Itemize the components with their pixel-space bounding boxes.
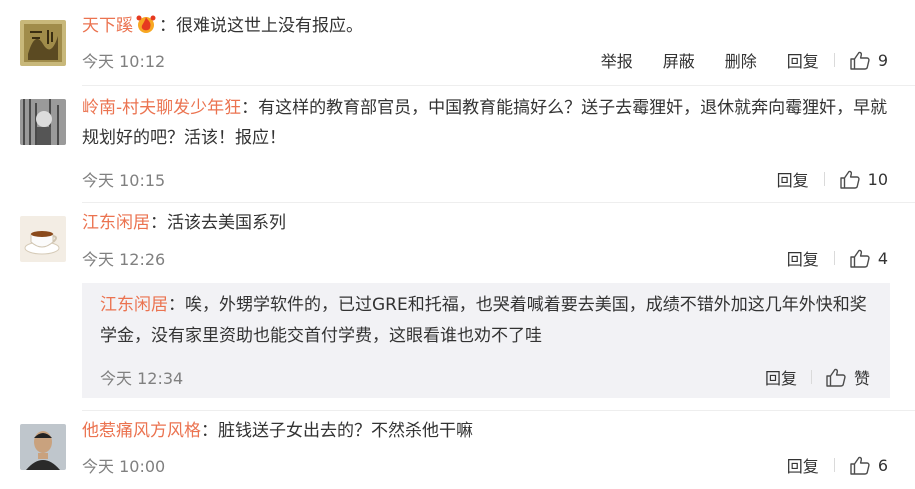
nested-reply: 江东闲居：唉，外甥学软件的，已过GRE和托福，也哭着喊着要去美国，成绩不错外加这… <box>82 283 890 398</box>
comment-content: 江东闲居：活该去美国系列 <box>82 208 893 238</box>
thumbs-up-icon <box>826 368 846 387</box>
comment-text: ：很难说这世上没有报应。 <box>159 16 363 36</box>
username-link[interactable]: 岭南-村夫聊发少年狂 <box>82 98 241 118</box>
action-divider <box>810 370 812 384</box>
like-button[interactable]: 4 <box>850 249 888 268</box>
thumbs-up-icon <box>850 249 870 268</box>
reply-button[interactable]: 回复 <box>787 453 819 477</box>
comment-actions: 举报 屏蔽 删除 回复 9 <box>571 48 888 72</box>
like-button[interactable]: 赞 <box>826 365 870 389</box>
avatar[interactable] <box>20 99 66 145</box>
comment-timestamp: 今天 10:15 <box>82 171 166 190</box>
reply-content: 江东闲居：唉，外甥学软件的，已过GRE和托福，也哭着喊着要去美国，成绩不错外加这… <box>100 290 872 352</box>
avatar[interactable] <box>20 424 66 470</box>
like-label: 赞 <box>853 369 870 388</box>
divider <box>82 202 915 203</box>
action-divider <box>833 53 835 67</box>
like-button[interactable]: 6 <box>850 456 888 475</box>
report-button[interactable]: 举报 <box>601 48 633 72</box>
delete-button[interactable]: 删除 <box>725 48 757 72</box>
avatar[interactable] <box>20 20 66 66</box>
username-link[interactable]: 天下蹊 <box>82 16 133 36</box>
username-link[interactable]: 江东闲居 <box>100 295 168 315</box>
block-button[interactable]: 屏蔽 <box>663 48 695 72</box>
reply-actions: 回复 赞 <box>765 365 870 389</box>
like-button[interactable]: 10 <box>840 170 888 189</box>
like-button[interactable]: 9 <box>850 51 888 70</box>
comment-text: ：活该去美国系列 <box>150 213 286 233</box>
thumbs-up-icon <box>850 51 870 70</box>
username-link[interactable]: 江东闲居 <box>82 213 150 233</box>
comment-actions: 回复 4 <box>757 246 888 270</box>
divider <box>82 410 915 411</box>
thumbs-up-icon <box>850 456 870 475</box>
action-divider <box>833 458 835 472</box>
divider <box>82 85 915 86</box>
reply-timestamp: 今天 12:34 <box>100 369 184 388</box>
fire-badge-icon <box>135 14 157 44</box>
like-count: 4 <box>877 248 888 268</box>
comment-actions: 回复 6 <box>757 453 888 477</box>
reply-button[interactable]: 回复 <box>787 246 819 270</box>
comment-content: 岭南-村夫聊发少年狂：有这样的教育部官员，中国教育能搞好么？送子去霉狸奸，退休就… <box>82 93 893 153</box>
comment-content: 天下蹊 ：很难说这世上没有报应。 <box>82 11 893 44</box>
like-count: 9 <box>877 50 888 70</box>
avatar[interactable] <box>20 216 66 262</box>
like-count: 6 <box>877 455 888 475</box>
reply-button[interactable]: 回复 <box>777 167 809 191</box>
comment-actions: 回复 10 <box>747 167 888 191</box>
comment-timestamp: 今天 10:00 <box>82 457 166 476</box>
reply-button[interactable]: 回复 <box>765 365 797 389</box>
comment-timestamp: 今天 10:12 <box>82 52 166 71</box>
username-link[interactable]: 他惹痛风方风格 <box>82 421 201 441</box>
comment-content: 他惹痛风方风格：脏钱送子女出去的？不然杀他干嘛 <box>82 416 893 446</box>
comment-timestamp: 今天 12:26 <box>82 250 166 269</box>
reply-text: ：唉，外甥学软件的，已过GRE和托福，也哭着喊着要去美国，成绩不错外加这几年外快… <box>100 295 867 346</box>
comment-text: ：脏钱送子女出去的？不然杀他干嘛 <box>201 421 473 441</box>
thumbs-up-icon <box>840 170 860 189</box>
like-count: 10 <box>867 169 888 189</box>
reply-button[interactable]: 回复 <box>787 48 819 72</box>
action-divider <box>833 251 835 265</box>
action-divider <box>823 172 825 186</box>
